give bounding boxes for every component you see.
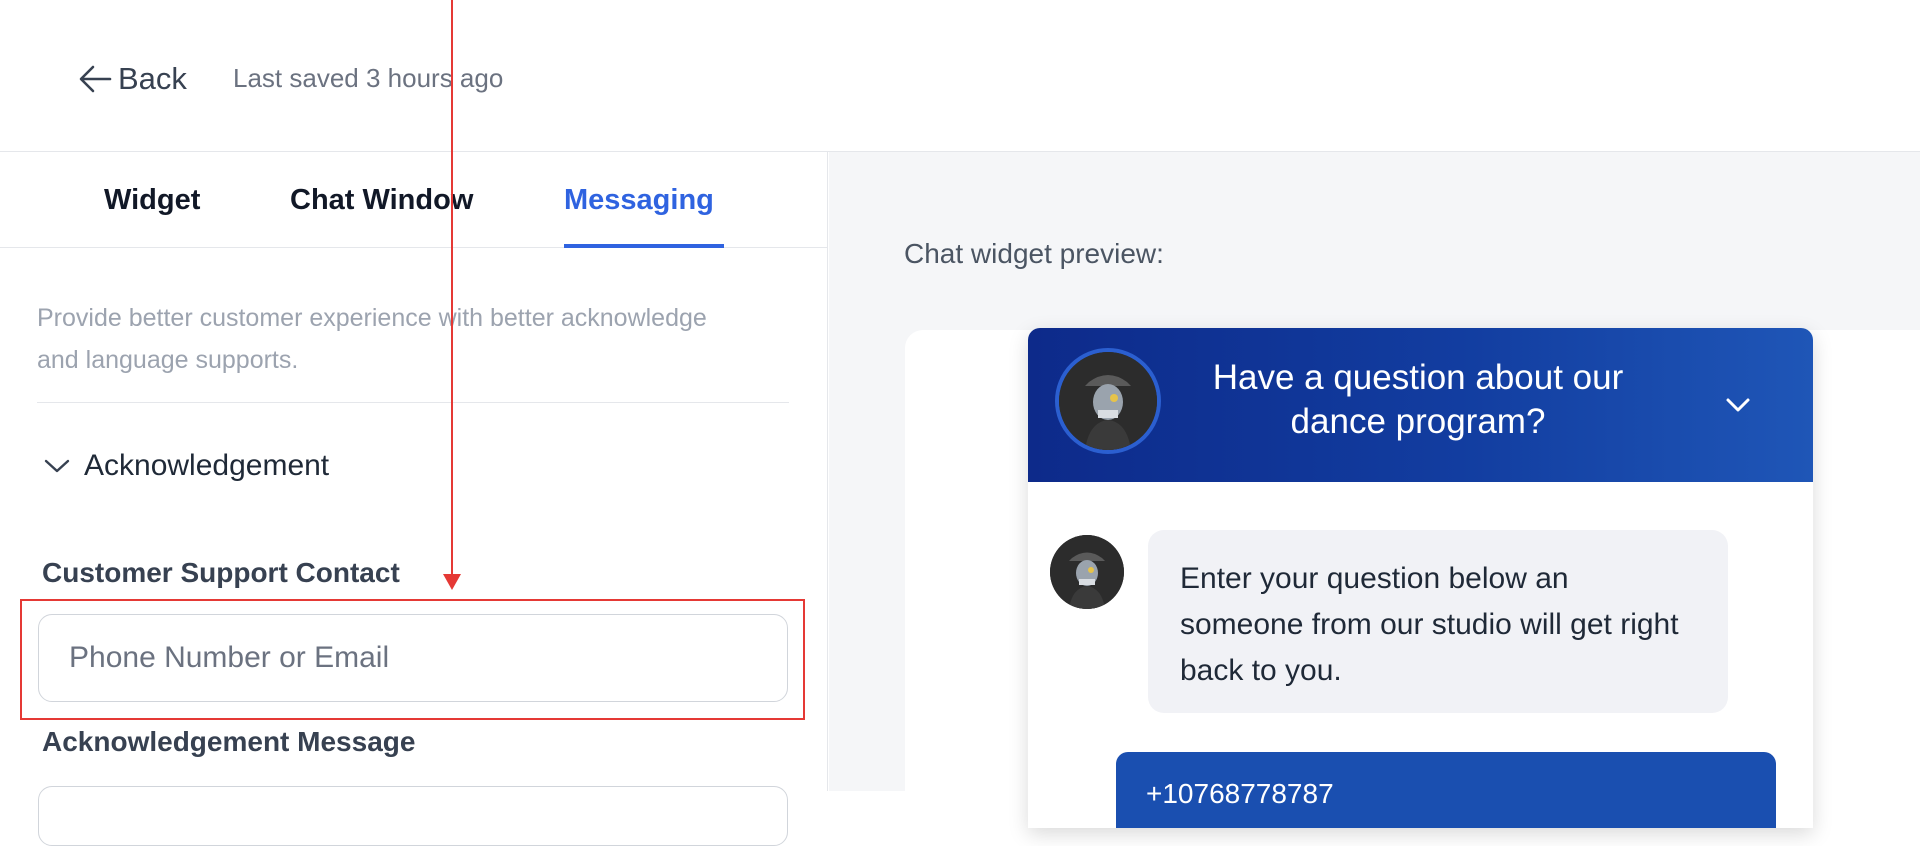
chevron-down-icon (1726, 398, 1750, 412)
section-divider (37, 402, 789, 403)
acknowledgement-section-toggle[interactable]: Acknowledgement (42, 449, 329, 483)
top-bar: Back Last saved 3 hours ago (0, 0, 1920, 152)
tab-messaging[interactable]: Messaging (564, 178, 714, 222)
chat-header: Have a question about our dance program? (1028, 328, 1813, 482)
ack-message-input[interactable] (38, 786, 788, 846)
preview-label: Chat widget preview: (904, 238, 1164, 269)
user-message-bubble: +10768778787 (1116, 752, 1776, 828)
avatar-figure-icon (1059, 352, 1157, 450)
settings-tabs: Widget Chat Window Messaging (0, 152, 828, 248)
support-contact-input[interactable] (38, 614, 788, 702)
tab-chat-window[interactable]: Chat Window (290, 178, 473, 222)
back-button[interactable]: Back (78, 58, 187, 100)
chat-title: Have a question about our dance program? (1212, 358, 1624, 441)
section-title: Acknowledgement (84, 449, 330, 482)
arrow-left-icon (79, 65, 112, 93)
support-contact-label: Customer Support Contact (42, 557, 400, 588)
avatar-figure-icon (1050, 535, 1124, 609)
chevron-down-icon (44, 459, 70, 473)
active-tab-indicator (564, 244, 724, 248)
back-label: Back (118, 61, 187, 96)
ack-message-label: Acknowledgement Message (42, 726, 416, 757)
collapse-chat-button[interactable] (1718, 390, 1758, 420)
bot-avatar (1050, 535, 1124, 609)
chat-widget-preview: Have a question about our dance program?… (1028, 328, 1813, 828)
messaging-description: Provide better customer experience with … (37, 304, 707, 374)
tab-widget[interactable]: Widget (104, 178, 200, 222)
bot-message-bubble: Enter your question below an someone fro… (1148, 530, 1728, 713)
last-saved-status: Last saved 3 hours ago (233, 63, 504, 93)
avatar (1055, 348, 1161, 454)
